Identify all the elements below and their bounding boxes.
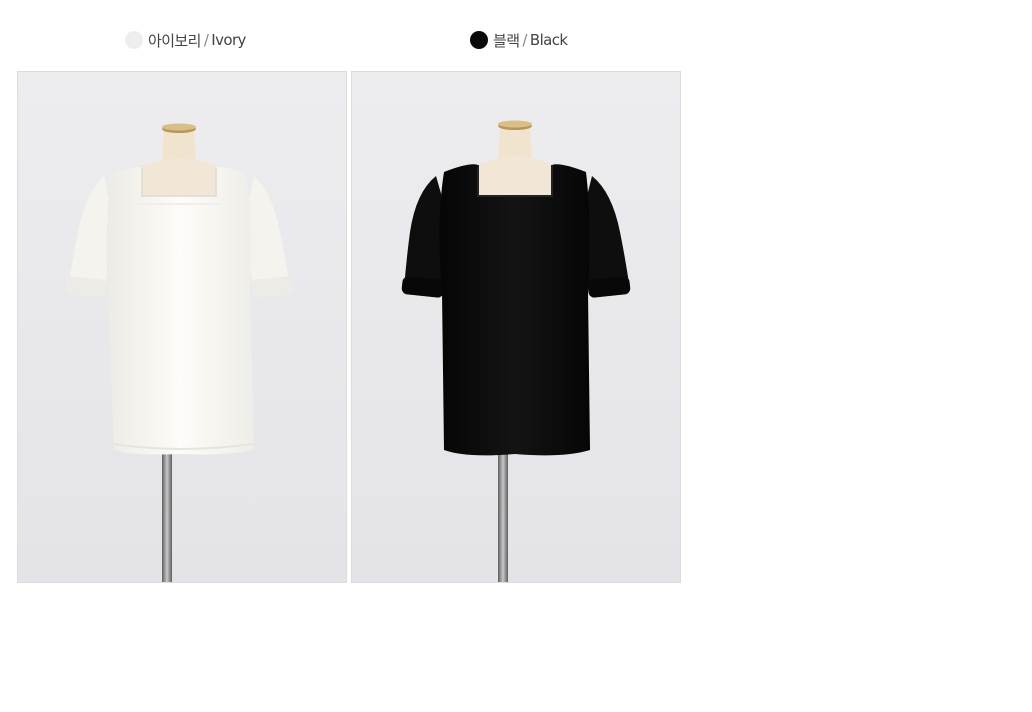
ivory-swatch-icon [125,31,143,49]
color-name-en: Ivory [211,31,246,49]
color-name-ko: 아이보리 [148,31,201,50]
color-option-ivory: 아이보리 / Ivory [125,28,246,52]
black-swatch-icon [470,31,488,49]
color-option-black: 블랙 / Black [470,28,568,52]
ivory-blouse-image [18,72,346,582]
product-photo-black [351,71,681,583]
color-separator: / [203,31,209,49]
color-name-en: Black [529,31,568,49]
color-separator: / [522,31,527,49]
black-blouse-image [352,72,680,582]
stand-pole [498,452,508,582]
color-name-ko: 블랙 [493,31,520,50]
product-photo-ivory [17,71,347,583]
stand-pole [162,452,172,582]
